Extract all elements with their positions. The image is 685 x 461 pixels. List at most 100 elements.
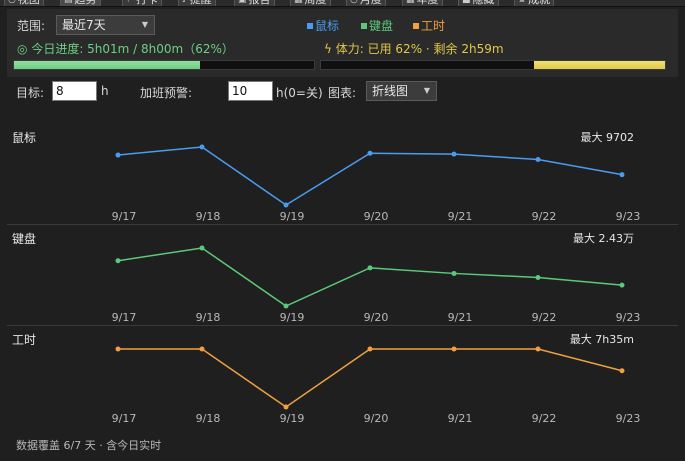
- data-point: [619, 368, 625, 374]
- stamina-text: 体力: 已用 62% · 剩余 2h59m: [335, 42, 504, 56]
- chevron-down-icon: ▼: [423, 86, 430, 95]
- tab-2[interactable]: ⚑打卡: [122, 0, 163, 6]
- series-line: [118, 348, 623, 408]
- target-icon: ◎: [17, 42, 28, 56]
- x-tick-label: 9/19: [280, 210, 305, 223]
- data-point: [619, 172, 625, 178]
- tab-label: 视图: [18, 0, 40, 6]
- range-value: 最近7天: [62, 18, 106, 32]
- range-dropdown[interactable]: 最近7天 ▼: [56, 15, 155, 35]
- data-point: [535, 157, 541, 163]
- x-tick-label: 9/23: [616, 311, 641, 324]
- tab-0[interactable]: ◷视图: [4, 0, 44, 6]
- tab-1[interactable]: ▤趋势: [60, 0, 101, 6]
- stamina-bar: [320, 60, 666, 70]
- data-point: [115, 258, 121, 264]
- legend-swatch: [413, 23, 419, 29]
- tab-4[interactable]: ▣报告: [234, 0, 275, 6]
- data-point: [199, 346, 205, 352]
- stamina-status: ϟ 体力: 已用 62% · 剩余 2h59m: [324, 40, 504, 57]
- chart-mouse-plot: 9/17 9/18 9/19 9/20 9/21 9/22 9/23: [112, 144, 640, 223]
- x-tick-label: 9/19: [280, 412, 305, 425]
- calendar-icon: ▦: [294, 0, 303, 5]
- tab-6[interactable]: ◷月度: [346, 0, 386, 6]
- tab-label: 打卡: [136, 0, 158, 6]
- trend-charts: 鼠标 最大 9702 9/17 9/18 9/19 9/20 9/21 9/22 9/23 …: [7, 123, 678, 429]
- stamina-fill: [534, 61, 665, 69]
- tab-7[interactable]: ▦年度: [402, 0, 443, 6]
- series-line: [117, 247, 623, 307]
- tab-label: 提醒: [190, 0, 212, 6]
- legend-label: 鼠标: [315, 19, 340, 33]
- target-unit: h: [101, 84, 109, 98]
- legend-swatch: [307, 23, 313, 29]
- x-tick-label: 9/19: [280, 311, 305, 324]
- chart-keyboard-plot: 9/17 9/18 9/19 9/20 9/21 9/22 9/23: [112, 245, 641, 324]
- x-tick-label: 9/22: [532, 412, 557, 425]
- tab-label: 周度: [305, 0, 327, 6]
- tab-8[interactable]: ■隐藏: [458, 0, 499, 6]
- legend-label: 键盘: [369, 19, 394, 33]
- data-point: [367, 150, 373, 156]
- coverage-footer: 数据覆盖 6/7 天 · 含今日实时: [16, 439, 162, 452]
- data-point: [115, 346, 121, 352]
- legend-keyboard: 键盘: [361, 17, 393, 34]
- target-label: 目标:: [16, 86, 45, 100]
- calendar-icon: ▦: [406, 0, 415, 5]
- data-point: [199, 144, 205, 150]
- tab-9[interactable]: ♜成就: [514, 0, 555, 6]
- chart-type-label: 图表:: [328, 86, 357, 100]
- data-point: [367, 265, 373, 271]
- bolt-icon: ϟ: [324, 42, 332, 56]
- x-tick-label: 9/18: [196, 311, 221, 324]
- data-point: [535, 346, 541, 352]
- x-tick-label: 9/20: [364, 210, 389, 223]
- x-tick-label: 9/18: [196, 412, 221, 425]
- data-point: [283, 404, 289, 410]
- x-tick-label: 9/23: [616, 412, 641, 425]
- range-label: 范围:: [17, 19, 46, 33]
- doc-icon: ▣: [238, 0, 247, 5]
- lock-icon: ■: [462, 0, 471, 5]
- today-progress-text: 今日进度: 5h01m / 8h00m（62%）: [31, 42, 234, 56]
- data-point: [535, 275, 541, 281]
- data-point: [451, 151, 457, 157]
- legend-label: 工时: [421, 19, 446, 33]
- x-tick-label: 9/17: [112, 210, 137, 223]
- data-point: [283, 303, 289, 309]
- data-point: [199, 245, 205, 251]
- tab-label: 报告: [249, 0, 271, 6]
- x-tick-label: 9/17: [112, 412, 137, 425]
- tab-label: 成就: [528, 0, 550, 6]
- overtime-input[interactable]: 10: [228, 81, 273, 101]
- x-tick-label: 9/20: [364, 311, 389, 324]
- overtime-unit: h(0=关): [276, 86, 323, 100]
- data-point: [283, 202, 289, 208]
- legend-work-hours: 工时: [413, 17, 445, 34]
- x-tick-label: 9/18: [196, 210, 221, 223]
- chart-work-hours-plot: 9/17 9/18 9/19 9/20 9/21 9/22 9/23: [112, 346, 641, 425]
- tab-3[interactable]: ♪提醒: [178, 0, 216, 6]
- flag-icon: ⚑: [126, 0, 135, 5]
- chevron-down-icon: ▼: [141, 20, 148, 29]
- overtime-label: 加班预警:: [140, 86, 193, 100]
- x-tick-label: 9/17: [112, 311, 137, 324]
- summary-panel: 范围: 最近7天 ▼ 鼠标 键盘 工时 ◎ 今日进度: 5h01m / 8h00…: [7, 9, 678, 77]
- x-tick-label: 9/22: [532, 311, 557, 324]
- x-tick-label: 9/21: [448, 311, 473, 324]
- chart-work-hours: 工时 最大 7h35m 9/17 9/18 9/19 9/20 9/21 9/22 9/23: [7, 325, 678, 425]
- trophy-icon: ♜: [518, 0, 527, 5]
- data-point: [619, 282, 625, 288]
- clock-icon: ◷: [350, 0, 358, 5]
- chart-type-dropdown[interactable]: 折线图 ▼: [366, 81, 437, 101]
- chart-mouse: 鼠标 最大 9702 9/17 9/18 9/19 9/20 9/21 9/22 9/23: [7, 123, 678, 223]
- x-tick-label: 9/21: [448, 210, 473, 223]
- tab-5[interactable]: ▦周度: [290, 0, 331, 6]
- data-point: [451, 270, 457, 276]
- tab-bar: ◷视图▤趋势⚑打卡♪提醒▣报告▦周度◷月度▦年度■隐藏♜成就: [0, 0, 685, 7]
- target-input[interactable]: 8: [52, 81, 97, 101]
- clock-icon: ◷: [8, 0, 16, 5]
- tab-label: 月度: [360, 0, 382, 6]
- today-progress: ◎ 今日进度: 5h01m / 8h00m（62%）: [17, 40, 234, 57]
- x-tick-label: 9/22: [532, 210, 557, 223]
